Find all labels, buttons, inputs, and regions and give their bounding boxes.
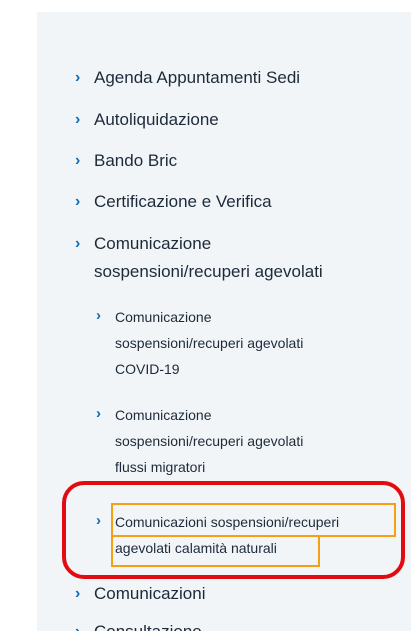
subnav-item-label-line3: flussi migratori	[115, 459, 206, 475]
chevron-right-icon: ›	[75, 152, 81, 169]
nav-item-label: Bando Bric	[94, 151, 178, 170]
subnav-item-comunicazione-flussi-migratori[interactable]: › Comunicazione sospensioni/recuperi age…	[96, 402, 304, 480]
nav-item-label: Comunicazioni	[94, 584, 206, 603]
nav-item-label: Certificazione e Verifica	[94, 192, 272, 211]
nav-item-label: Autoliquidazione	[94, 110, 219, 129]
nav-item-bando-bric[interactable]: › Bando Bric	[75, 147, 178, 175]
chevron-right-icon: ›	[96, 307, 101, 324]
nav-item-certificazione-e-verifica[interactable]: › Certificazione e Verifica	[75, 188, 272, 216]
annotation-highlight-ring	[62, 481, 405, 579]
subnav-item-label-line1: Comunicazione	[115, 407, 212, 423]
chevron-right-icon: ›	[75, 69, 81, 86]
subnav-item-label-line3: COVID-19	[115, 361, 180, 377]
nav-item-label: Agenda Appuntamenti Sedi	[94, 68, 301, 87]
subnav-item-comunicazione-covid-19[interactable]: › Comunicazione sospensioni/recuperi age…	[96, 304, 304, 382]
nav-item-agenda-appuntamenti-sedi[interactable]: › Agenda Appuntamenti Sedi	[75, 64, 301, 92]
nav-item-comunicazione-sospensioni[interactable]: › Comunicazione sospensioni/recuperi age…	[75, 230, 323, 286]
chevron-right-icon: ›	[75, 585, 81, 602]
nav-item-label: Consultazione	[94, 622, 202, 631]
nav-item-comunicazioni[interactable]: › Comunicazioni	[75, 580, 206, 608]
nav-item-label-line2: sospensioni/recuperi agevolati	[94, 262, 323, 281]
chevron-right-icon: ›	[75, 618, 80, 631]
chevron-right-icon: ›	[75, 235, 81, 252]
nav-item-consultazione[interactable]: › Consultazione	[75, 618, 202, 631]
subnav-item-label-line2: sospensioni/recuperi agevolati	[115, 335, 304, 351]
nav-item-label-line1: Comunicazione	[94, 234, 212, 253]
chevron-right-icon: ›	[96, 405, 101, 422]
nav-item-autoliquidazione[interactable]: › Autoliquidazione	[75, 106, 219, 134]
chevron-right-icon: ›	[75, 193, 81, 210]
subnav-item-label-line1: Comunicazione	[115, 309, 212, 325]
chevron-right-icon: ›	[75, 111, 81, 128]
subnav-item-label-line2: sospensioni/recuperi agevolati	[115, 433, 304, 449]
